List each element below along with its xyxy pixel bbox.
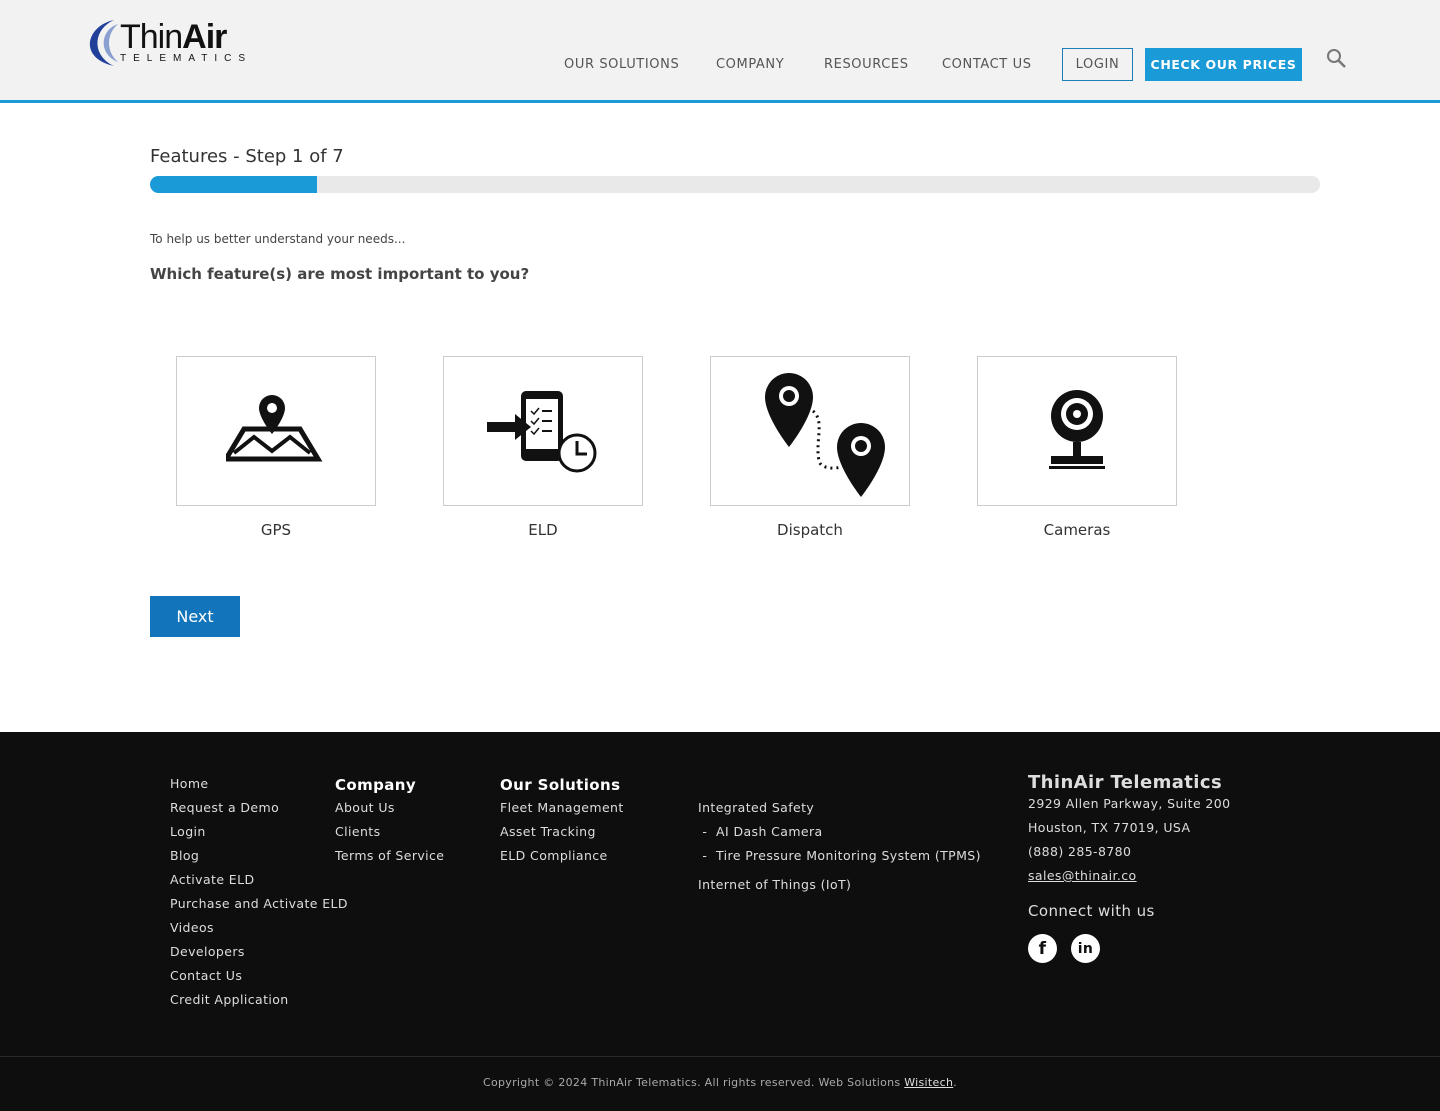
address-line: 2929 Allen Parkway, Suite 200 xyxy=(1028,796,1231,811)
footer-heading: Our Solutions xyxy=(500,776,621,794)
footer-company: Company About Us Clients Terms of Servic… xyxy=(335,776,444,872)
nav-contact-us[interactable]: CONTACT US xyxy=(942,57,1032,72)
copyright-text: Copyright © 2024 ThinAir Telematics. All… xyxy=(482,1076,905,1089)
footer-solutions: Our Solutions Fleet Management Asset Tra… xyxy=(500,776,624,872)
nav-resources[interactable]: RESOURCES xyxy=(824,57,909,72)
nav-company[interactable]: COMPANY xyxy=(716,57,784,72)
linkedin-icon[interactable]: in xyxy=(1071,934,1100,963)
credit-link[interactable]: Wisitech xyxy=(904,1076,953,1089)
copyright-bar: Copyright © 2024 ThinAir Telematics. All… xyxy=(0,1056,1440,1111)
footer-link[interactable]: Blog xyxy=(170,848,348,872)
footer-link[interactable]: Login xyxy=(170,824,348,848)
option-label: ELD xyxy=(528,521,558,539)
progress-fill xyxy=(150,176,318,193)
option-gps[interactable]: GPS xyxy=(176,356,376,539)
footer-link-fleet[interactable]: Fleet Management xyxy=(500,800,624,824)
option-dispatch[interactable]: Dispatch xyxy=(710,356,910,539)
main-nav: OUR SOLUTIONS COMPANY RESOURCES CONTACT … xyxy=(0,48,1440,82)
footer-link-tpms[interactable]: - Tire Pressure Monitoring System (TPMS) xyxy=(698,848,981,877)
footer-link[interactable]: Contact Us xyxy=(170,968,348,992)
footer-link[interactable]: Home xyxy=(170,776,348,800)
option-label: Dispatch xyxy=(777,521,843,539)
address-line: Houston, TX 77019, USA xyxy=(1028,820,1191,835)
footer-link-safety[interactable]: Integrated Safety xyxy=(698,800,981,824)
site-header: ThinAir TELEMATICS OUR SOLUTIONS COMPANY… xyxy=(0,0,1440,103)
check-prices-button[interactable]: CHECK OUR PRICES xyxy=(1145,48,1302,81)
footer-link-eld[interactable]: ELD Compliance xyxy=(500,848,624,872)
footer-contact: ThinAir Telematics 2929 Allen Parkway, S… xyxy=(1028,772,1230,963)
footer-link[interactable]: Developers xyxy=(170,944,348,968)
footer-link[interactable]: Request a Demo xyxy=(170,800,348,824)
phone-checklist-clock-icon xyxy=(487,391,597,473)
site-footer: Home Request a Demo Login Blog Activate ELD P… xyxy=(0,732,1440,1111)
footer-link[interactable]: Videos xyxy=(170,920,348,944)
footer-link-terms[interactable]: Terms of Service xyxy=(335,848,444,872)
footer-links: Home Request a Demo Login Blog Activate ELD P… xyxy=(170,776,348,1016)
footer-link-asset[interactable]: Asset Tracking xyxy=(500,824,624,848)
footer-contact-heading: ThinAir Telematics xyxy=(1028,772,1223,793)
footer-link-clients[interactable]: Clients xyxy=(335,824,444,848)
progress-bar xyxy=(150,176,1320,193)
step-title: Features - Step 1 of 7 xyxy=(150,146,344,167)
email-link[interactable]: sales@thinair.co xyxy=(1028,868,1137,883)
connect-label: Connect with us xyxy=(1028,902,1155,920)
phone-number: (888) 285-8780 xyxy=(1028,844,1132,859)
route-pins-icon xyxy=(765,373,885,497)
option-eld[interactable]: ELD xyxy=(443,356,643,539)
copyright-period: . xyxy=(953,1076,958,1089)
footer-link-about[interactable]: About Us xyxy=(335,800,444,824)
map-pin-icon xyxy=(226,395,323,462)
facebook-icon[interactable]: f xyxy=(1028,934,1057,963)
option-cameras[interactable]: Cameras xyxy=(977,356,1177,539)
login-button[interactable]: LOGIN xyxy=(1062,48,1133,81)
question-text: Which feature(s) are most important to y… xyxy=(150,265,530,283)
option-label: Cameras xyxy=(1043,521,1111,539)
footer-link[interactable]: Activate ELD xyxy=(170,872,348,896)
footer-link[interactable]: Credit Application xyxy=(170,992,348,1016)
footer-solutions-more: Integrated Safety - AI Dash Camera - Tir… xyxy=(698,800,981,901)
option-label: GPS xyxy=(260,521,292,539)
footer-link-dashcam[interactable]: - AI Dash Camera xyxy=(698,824,981,848)
nav-our-solutions[interactable]: OUR SOLUTIONS xyxy=(564,57,679,72)
footer-heading: Company xyxy=(335,776,417,794)
next-button[interactable]: Next xyxy=(150,596,240,637)
footer-link-iot[interactable]: Internet of Things (IoT) xyxy=(698,877,981,901)
footer-link[interactable]: Purchase and Activate ELD xyxy=(170,896,348,920)
webcam-icon xyxy=(1049,390,1105,469)
intro-text: To help us better understand your needs.… xyxy=(150,232,406,246)
search-icon[interactable] xyxy=(1326,48,1348,70)
